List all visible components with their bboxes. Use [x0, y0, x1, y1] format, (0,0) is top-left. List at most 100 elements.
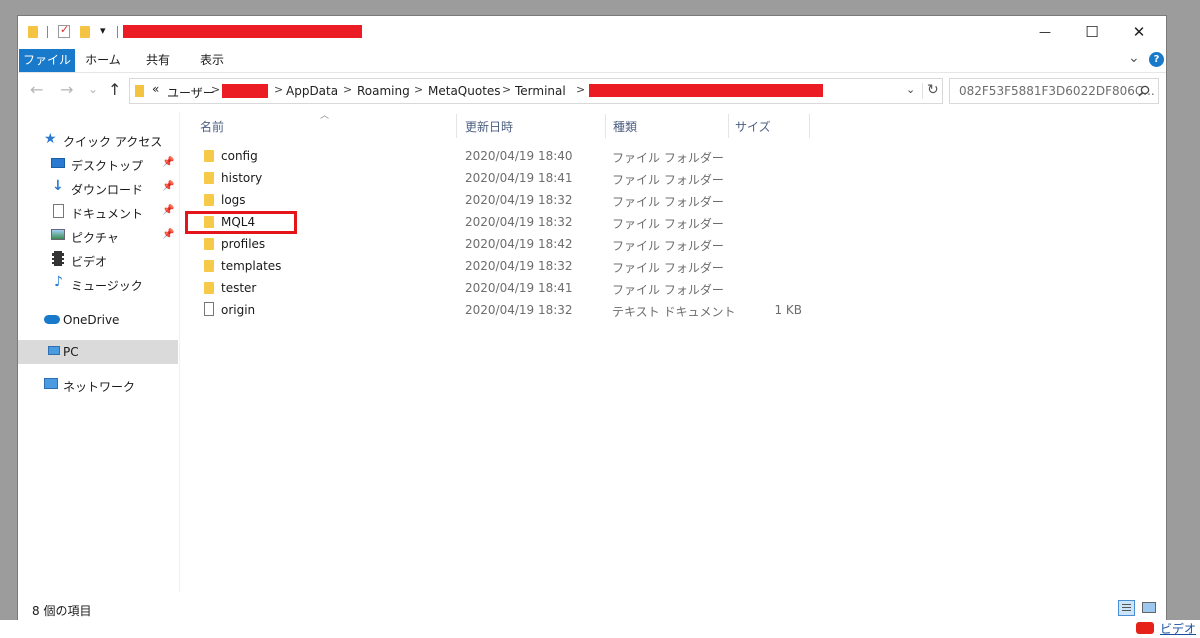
properties-icon[interactable]: ✓: [58, 23, 70, 38]
chevron-right-icon[interactable]: >: [502, 83, 511, 96]
chevron-right-icon[interactable]: >: [211, 83, 220, 96]
column-divider[interactable]: [809, 114, 810, 138]
ribbon-divider: [18, 72, 1166, 73]
navigation-pane: ★ クイック アクセス デスクトップ 📌 ↓ ダウンロード 📌 ドキュメント 📌…: [18, 112, 178, 582]
search-input[interactable]: 082F53F5881F3D6022DF806C...: [959, 84, 1155, 98]
sidebar-item-onedrive[interactable]: OneDrive: [18, 308, 178, 332]
pin-icon[interactable]: 📌: [162, 205, 174, 216]
sidebar-item-label: ネットワーク: [63, 380, 136, 394]
close-button[interactable]: ✕: [1116, 16, 1162, 48]
column-divider[interactable]: [456, 114, 457, 138]
minimize-button[interactable]: —: [1022, 16, 1068, 48]
file-type: ファイル フォルダー: [612, 217, 724, 231]
column-divider[interactable]: [605, 114, 606, 138]
file-date: 2020/04/19 18:32: [465, 259, 573, 273]
chevron-right-icon[interactable]: >: [343, 83, 352, 96]
divider: [922, 83, 923, 99]
column-header-type[interactable]: 種類: [613, 118, 637, 135]
refresh-icon[interactable]: ↻: [927, 82, 939, 98]
redacted-window-title: [123, 25, 362, 38]
file-name: origin: [221, 303, 256, 317]
document-icon: [53, 204, 64, 218]
table-row[interactable]: origin 2020/04/19 18:32 テキスト ドキュメント 1 KB: [198, 299, 838, 321]
network-icon: [44, 378, 58, 389]
folder-icon: [28, 26, 38, 38]
quick-access-dropdown[interactable]: ▾: [100, 24, 106, 37]
sidebar-item-label: ミュージック: [71, 279, 143, 293]
chevron-right-icon[interactable]: >: [274, 83, 283, 96]
pin-icon[interactable]: 📌: [162, 229, 174, 240]
sidebar-item-music[interactable]: ♪ ミュージック: [18, 272, 178, 296]
divider: [117, 26, 118, 38]
column-header-name[interactable]: 名前: [200, 118, 224, 135]
maximize-button[interactable]: ☐: [1069, 16, 1115, 48]
file-type: ファイル フォルダー: [612, 239, 724, 253]
sidebar-item-pc[interactable]: PC: [18, 340, 178, 364]
column-header-date[interactable]: 更新日時: [465, 118, 513, 135]
sidebar-item-desktop[interactable]: デスクトップ 📌: [18, 152, 178, 176]
table-row[interactable]: config 2020/04/19 18:40 ファイル フォルダー: [198, 145, 838, 167]
background-video-link: ビデオ: [1160, 622, 1197, 636]
chevron-right-icon[interactable]: >: [576, 83, 585, 96]
breadcrumb-metaquotes[interactable]: MetaQuotes: [428, 84, 501, 98]
table-row[interactable]: history 2020/04/19 18:41 ファイル フォルダー: [198, 167, 838, 189]
tab-view[interactable]: 表示: [190, 49, 234, 72]
breadcrumb-appdata[interactable]: AppData: [286, 84, 338, 98]
details-view-icon[interactable]: [1118, 600, 1135, 616]
table-row[interactable]: logs 2020/04/19 18:32 ファイル フォルダー: [198, 189, 838, 211]
recent-locations-chevron-icon[interactable]: ⌄: [88, 82, 98, 96]
address-history-chevron-icon[interactable]: ⌄: [906, 83, 915, 96]
file-date: 2020/04/19 18:42: [465, 237, 573, 251]
film-icon: [52, 251, 64, 266]
breadcrumb-users[interactable]: ユーザー: [167, 84, 215, 101]
file-date: 2020/04/19 18:32: [465, 303, 573, 317]
file-type: ファイル フォルダー: [612, 151, 724, 165]
file-date: 2020/04/19 18:32: [465, 215, 573, 229]
sidebar-item-label: ドキュメント: [71, 207, 144, 221]
column-header-size[interactable]: サイズ: [735, 118, 771, 135]
column-divider[interactable]: [728, 114, 729, 138]
folder-icon: [135, 85, 144, 97]
folder-icon: [204, 238, 214, 250]
pin-icon[interactable]: 📌: [162, 181, 174, 192]
sidebar-item-pictures[interactable]: ピクチャ 📌: [18, 224, 178, 248]
breadcrumb-terminal[interactable]: Terminal: [515, 84, 566, 98]
tab-share[interactable]: 共有: [136, 49, 180, 72]
pane-divider[interactable]: [179, 112, 180, 592]
search-box[interactable]: 082F53F5881F3D6022DF806C...: [949, 78, 1159, 104]
tab-home[interactable]: ホーム: [80, 49, 126, 72]
highlight-box: [185, 211, 297, 234]
title-bar: ✓ ▾ — ☐ ✕: [18, 16, 1166, 48]
new-folder-icon[interactable]: [80, 26, 90, 38]
file-name: templates: [221, 259, 282, 273]
table-row[interactable]: tester 2020/04/19 18:41 ファイル フォルダー: [198, 277, 838, 299]
folder-icon: [204, 194, 214, 206]
help-icon[interactable]: ?: [1149, 52, 1164, 67]
redacted-terminal-id: [589, 84, 823, 97]
address-bar[interactable]: « ユーザー > > AppData > Roaming > MetaQuote…: [129, 78, 943, 104]
breadcrumb-roaming[interactable]: Roaming: [357, 84, 410, 98]
file-name: logs: [221, 193, 246, 207]
large-icons-view-icon[interactable]: [1142, 602, 1156, 613]
forward-arrow-icon[interactable]: →: [60, 80, 73, 99]
sidebar-item-quick-access[interactable]: ★ クイック アクセス: [18, 128, 178, 152]
table-row[interactable]: templates 2020/04/19 18:32 ファイル フォルダー: [198, 255, 838, 277]
sidebar-item-network[interactable]: ネットワーク: [18, 373, 178, 397]
file-name: config: [221, 149, 258, 163]
file-name: history: [221, 171, 263, 185]
expand-ribbon-icon[interactable]: ⌄: [1128, 50, 1140, 66]
table-row[interactable]: profiles 2020/04/19 18:42 ファイル フォルダー: [198, 233, 838, 255]
redacted-username: [222, 84, 268, 98]
chevron-right-icon[interactable]: >: [414, 83, 423, 96]
sidebar-item-documents[interactable]: ドキュメント 📌: [18, 200, 178, 224]
search-icon[interactable]: [1138, 85, 1150, 97]
sidebar-item-videos[interactable]: ビデオ: [18, 248, 178, 272]
breadcrumb-overflow[interactable]: «: [152, 82, 159, 96]
pin-icon[interactable]: 📌: [162, 157, 174, 168]
up-arrow-icon[interactable]: ↑: [108, 80, 121, 99]
tab-file[interactable]: ファイル: [19, 49, 75, 72]
divider: [47, 26, 48, 38]
back-arrow-icon[interactable]: ←: [30, 80, 43, 99]
folder-icon: [204, 260, 214, 272]
sidebar-item-downloads[interactable]: ↓ ダウンロード 📌: [18, 176, 178, 200]
